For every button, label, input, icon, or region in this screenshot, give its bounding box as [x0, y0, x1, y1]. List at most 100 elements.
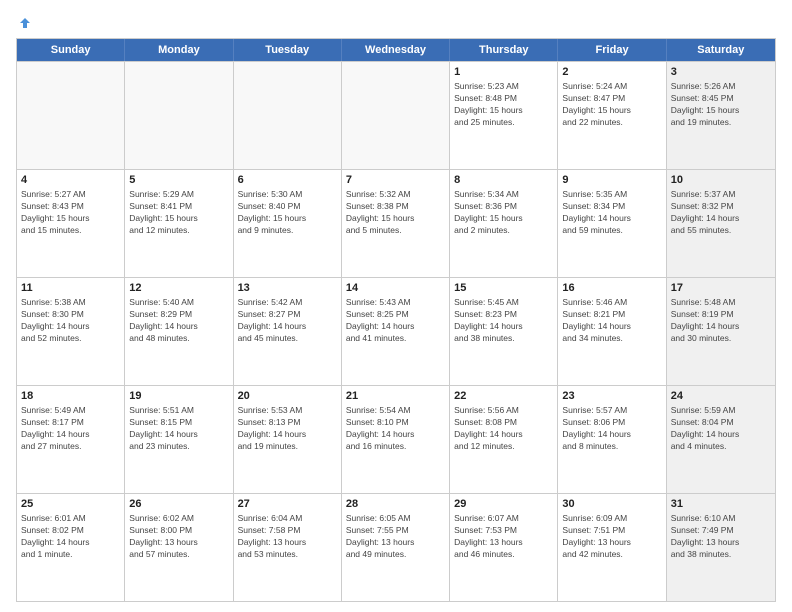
calendar-cell: 8Sunrise: 5:34 AM Sunset: 8:36 PM Daylig… [450, 170, 558, 277]
day-info: Sunrise: 5:30 AM Sunset: 8:40 PM Dayligh… [238, 189, 337, 237]
day-info: Sunrise: 5:59 AM Sunset: 8:04 PM Dayligh… [671, 405, 771, 453]
day-info: Sunrise: 5:32 AM Sunset: 8:38 PM Dayligh… [346, 189, 445, 237]
calendar-cell: 25Sunrise: 6:01 AM Sunset: 8:02 PM Dayli… [17, 494, 125, 601]
day-info: Sunrise: 5:46 AM Sunset: 8:21 PM Dayligh… [562, 297, 661, 345]
day-info: Sunrise: 5:43 AM Sunset: 8:25 PM Dayligh… [346, 297, 445, 345]
calendar-cell: 19Sunrise: 5:51 AM Sunset: 8:15 PM Dayli… [125, 386, 233, 493]
calendar-cell: 9Sunrise: 5:35 AM Sunset: 8:34 PM Daylig… [558, 170, 666, 277]
calendar-cell: 17Sunrise: 5:48 AM Sunset: 8:19 PM Dayli… [667, 278, 775, 385]
day-info: Sunrise: 5:42 AM Sunset: 8:27 PM Dayligh… [238, 297, 337, 345]
day-number: 18 [21, 389, 120, 404]
calendar-cell: 6Sunrise: 5:30 AM Sunset: 8:40 PM Daylig… [234, 170, 342, 277]
day-number: 14 [346, 281, 445, 296]
calendar-cell: 2Sunrise: 5:24 AM Sunset: 8:47 PM Daylig… [558, 62, 666, 169]
day-info: Sunrise: 5:38 AM Sunset: 8:30 PM Dayligh… [21, 297, 120, 345]
calendar-cell: 26Sunrise: 6:02 AM Sunset: 8:00 PM Dayli… [125, 494, 233, 601]
calendar-cell [17, 62, 125, 169]
calendar-cell: 5Sunrise: 5:29 AM Sunset: 8:41 PM Daylig… [125, 170, 233, 277]
calendar-cell: 4Sunrise: 5:27 AM Sunset: 8:43 PM Daylig… [17, 170, 125, 277]
day-info: Sunrise: 5:26 AM Sunset: 8:45 PM Dayligh… [671, 81, 771, 129]
calendar-cell: 20Sunrise: 5:53 AM Sunset: 8:13 PM Dayli… [234, 386, 342, 493]
calendar-cell: 22Sunrise: 5:56 AM Sunset: 8:08 PM Dayli… [450, 386, 558, 493]
day-number: 9 [562, 173, 661, 188]
calendar-cell: 13Sunrise: 5:42 AM Sunset: 8:27 PM Dayli… [234, 278, 342, 385]
header-cell-saturday: Saturday [667, 39, 775, 61]
header-cell-tuesday: Tuesday [234, 39, 342, 61]
calendar-cell [234, 62, 342, 169]
calendar-week-1: 1Sunrise: 5:23 AM Sunset: 8:48 PM Daylig… [17, 61, 775, 169]
day-number: 5 [129, 173, 228, 188]
calendar-week-5: 25Sunrise: 6:01 AM Sunset: 8:02 PM Dayli… [17, 493, 775, 601]
day-info: Sunrise: 5:23 AM Sunset: 8:48 PM Dayligh… [454, 81, 553, 129]
calendar-cell: 29Sunrise: 6:07 AM Sunset: 7:53 PM Dayli… [450, 494, 558, 601]
calendar-week-2: 4Sunrise: 5:27 AM Sunset: 8:43 PM Daylig… [17, 169, 775, 277]
calendar-cell: 12Sunrise: 5:40 AM Sunset: 8:29 PM Dayli… [125, 278, 233, 385]
day-info: Sunrise: 5:49 AM Sunset: 8:17 PM Dayligh… [21, 405, 120, 453]
day-info: Sunrise: 6:10 AM Sunset: 7:49 PM Dayligh… [671, 513, 771, 561]
day-info: Sunrise: 5:24 AM Sunset: 8:47 PM Dayligh… [562, 81, 661, 129]
day-info: Sunrise: 5:40 AM Sunset: 8:29 PM Dayligh… [129, 297, 228, 345]
day-number: 21 [346, 389, 445, 404]
calendar-week-4: 18Sunrise: 5:49 AM Sunset: 8:17 PM Dayli… [17, 385, 775, 493]
day-number: 2 [562, 65, 661, 80]
calendar-cell: 3Sunrise: 5:26 AM Sunset: 8:45 PM Daylig… [667, 62, 775, 169]
calendar-week-3: 11Sunrise: 5:38 AM Sunset: 8:30 PM Dayli… [17, 277, 775, 385]
day-number: 4 [21, 173, 120, 188]
day-info: Sunrise: 5:45 AM Sunset: 8:23 PM Dayligh… [454, 297, 553, 345]
day-number: 23 [562, 389, 661, 404]
day-info: Sunrise: 5:35 AM Sunset: 8:34 PM Dayligh… [562, 189, 661, 237]
day-number: 29 [454, 497, 553, 512]
day-number: 16 [562, 281, 661, 296]
calendar-cell: 10Sunrise: 5:37 AM Sunset: 8:32 PM Dayli… [667, 170, 775, 277]
day-number: 15 [454, 281, 553, 296]
calendar: SundayMondayTuesdayWednesdayThursdayFrid… [16, 38, 776, 602]
calendar-cell [125, 62, 233, 169]
day-number: 20 [238, 389, 337, 404]
day-number: 30 [562, 497, 661, 512]
calendar-cell: 7Sunrise: 5:32 AM Sunset: 8:38 PM Daylig… [342, 170, 450, 277]
calendar-cell: 23Sunrise: 5:57 AM Sunset: 8:06 PM Dayli… [558, 386, 666, 493]
day-info: Sunrise: 6:09 AM Sunset: 7:51 PM Dayligh… [562, 513, 661, 561]
day-info: Sunrise: 5:29 AM Sunset: 8:41 PM Dayligh… [129, 189, 228, 237]
calendar-cell: 18Sunrise: 5:49 AM Sunset: 8:17 PM Dayli… [17, 386, 125, 493]
calendar-cell [342, 62, 450, 169]
day-info: Sunrise: 6:02 AM Sunset: 8:00 PM Dayligh… [129, 513, 228, 561]
day-info: Sunrise: 6:04 AM Sunset: 7:58 PM Dayligh… [238, 513, 337, 561]
day-number: 26 [129, 497, 228, 512]
day-number: 13 [238, 281, 337, 296]
day-number: 10 [671, 173, 771, 188]
calendar-cell: 21Sunrise: 5:54 AM Sunset: 8:10 PM Dayli… [342, 386, 450, 493]
day-number: 27 [238, 497, 337, 512]
day-info: Sunrise: 6:01 AM Sunset: 8:02 PM Dayligh… [21, 513, 120, 561]
header-cell-wednesday: Wednesday [342, 39, 450, 61]
calendar-cell: 16Sunrise: 5:46 AM Sunset: 8:21 PM Dayli… [558, 278, 666, 385]
header-cell-sunday: Sunday [17, 39, 125, 61]
calendar-header: SundayMondayTuesdayWednesdayThursdayFrid… [17, 39, 775, 61]
calendar-cell: 27Sunrise: 6:04 AM Sunset: 7:58 PM Dayli… [234, 494, 342, 601]
day-info: Sunrise: 6:05 AM Sunset: 7:55 PM Dayligh… [346, 513, 445, 561]
day-number: 24 [671, 389, 771, 404]
calendar-cell: 24Sunrise: 5:59 AM Sunset: 8:04 PM Dayli… [667, 386, 775, 493]
day-number: 28 [346, 497, 445, 512]
day-number: 8 [454, 173, 553, 188]
logo-icon [18, 16, 32, 30]
day-info: Sunrise: 5:51 AM Sunset: 8:15 PM Dayligh… [129, 405, 228, 453]
header-cell-monday: Monday [125, 39, 233, 61]
day-info: Sunrise: 5:48 AM Sunset: 8:19 PM Dayligh… [671, 297, 771, 345]
day-info: Sunrise: 5:53 AM Sunset: 8:13 PM Dayligh… [238, 405, 337, 453]
day-number: 22 [454, 389, 553, 404]
day-info: Sunrise: 5:37 AM Sunset: 8:32 PM Dayligh… [671, 189, 771, 237]
day-number: 12 [129, 281, 228, 296]
day-info: Sunrise: 6:07 AM Sunset: 7:53 PM Dayligh… [454, 513, 553, 561]
day-number: 11 [21, 281, 120, 296]
day-number: 1 [454, 65, 553, 80]
day-number: 19 [129, 389, 228, 404]
calendar-cell: 15Sunrise: 5:45 AM Sunset: 8:23 PM Dayli… [450, 278, 558, 385]
calendar-cell: 14Sunrise: 5:43 AM Sunset: 8:25 PM Dayli… [342, 278, 450, 385]
day-number: 6 [238, 173, 337, 188]
calendar-cell: 31Sunrise: 6:10 AM Sunset: 7:49 PM Dayli… [667, 494, 775, 601]
day-info: Sunrise: 5:56 AM Sunset: 8:08 PM Dayligh… [454, 405, 553, 453]
day-info: Sunrise: 5:27 AM Sunset: 8:43 PM Dayligh… [21, 189, 120, 237]
day-number: 31 [671, 497, 771, 512]
day-info: Sunrise: 5:54 AM Sunset: 8:10 PM Dayligh… [346, 405, 445, 453]
